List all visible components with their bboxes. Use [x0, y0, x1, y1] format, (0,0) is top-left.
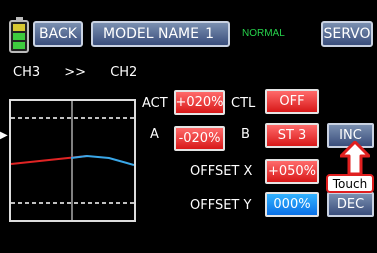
dec-button[interactable]: DEC — [327, 192, 374, 217]
curve-right-segment — [70, 154, 134, 166]
mixing-screen: BACK MODEL NAME 1 NORMAL SERVO CH3 >> CH… — [0, 0, 377, 253]
ctl-label: CTL — [231, 96, 256, 111]
mix-curve-graph — [9, 99, 136, 222]
back-button[interactable]: BACK — [33, 21, 83, 47]
arrow-up-icon — [340, 141, 370, 175]
flight-mode-status: NORMAL — [242, 28, 285, 39]
model-name-button[interactable]: MODEL NAME 1 — [91, 21, 230, 47]
channel-info: CH3 >> CH2 — [13, 65, 157, 80]
channel-from: CH3 — [13, 65, 41, 80]
offset-y-label: OFFSET Y — [190, 198, 252, 213]
ctl-value[interactable]: OFF — [265, 89, 319, 114]
touch-hint: Touch — [326, 174, 374, 193]
graph-pointer-icon: ▶ — [0, 130, 8, 141]
model-name-label: MODEL NAME — [103, 26, 199, 42]
a-value[interactable]: -020% — [174, 126, 225, 151]
channel-arrow: >> — [64, 65, 87, 80]
model-number: 1 — [205, 26, 214, 42]
battery-icon — [9, 17, 29, 53]
mix-curve-plot — [11, 101, 134, 220]
b-value[interactable]: ST 3 — [265, 123, 319, 148]
act-label: ACT — [142, 96, 168, 111]
offset-x-label: OFFSET X — [190, 164, 253, 179]
a-label: A — [150, 127, 159, 142]
act-value[interactable]: +020% — [174, 90, 225, 115]
channel-to: CH2 — [110, 65, 138, 80]
b-label: B — [241, 127, 250, 142]
offset-x-value[interactable]: +050% — [265, 159, 319, 184]
servo-button[interactable]: SERVO — [321, 21, 373, 47]
offset-y-value[interactable]: 000% — [265, 192, 319, 217]
